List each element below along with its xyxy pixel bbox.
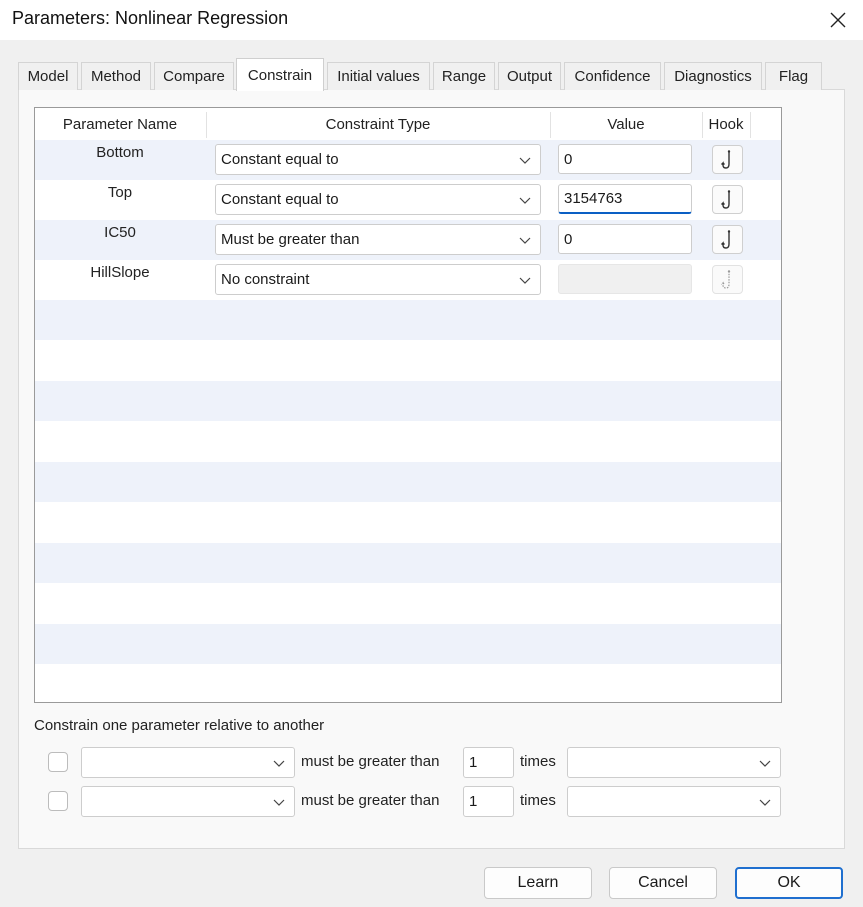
times-label: times	[520, 792, 556, 809]
grid-header: Parameter Name Constraint Type Value Hoo…	[35, 108, 781, 140]
relative-constraint-row: must be greater than times	[48, 786, 788, 818]
tab-constrain[interactable]: Constrain	[236, 58, 324, 91]
empty-row	[35, 340, 781, 380]
relative-constraint-row: must be greater than times	[48, 747, 788, 779]
tab-output[interactable]: Output	[498, 62, 561, 90]
empty-row	[35, 543, 781, 583]
parameter-row-ic50: IC50 Must be greater than	[35, 220, 781, 260]
empty-row	[35, 583, 781, 623]
constraint-type-select[interactable]: Must be greater than	[215, 224, 541, 255]
empty-row	[35, 462, 781, 502]
parameter-row-hillslope: HillSlope No constraint	[35, 260, 781, 300]
relation-label: must be greater than	[301, 792, 440, 809]
constraint-type-select[interactable]: No constraint	[215, 264, 541, 295]
empty-row	[35, 421, 781, 461]
header-value: Value	[607, 115, 645, 133]
value-input[interactable]	[558, 184, 692, 214]
ok-button[interactable]: OK	[735, 867, 843, 899]
constraint-type-select[interactable]: Constant equal to	[215, 184, 541, 215]
tab-model[interactable]: Model	[18, 62, 78, 90]
constraint-type-value: Constant equal to	[221, 191, 339, 208]
window-title: Parameters: Nonlinear Regression	[12, 8, 289, 28]
constraint-type-value: No constraint	[221, 271, 310, 288]
hook-button	[712, 265, 743, 294]
hook-icon	[720, 189, 730, 209]
right-parameter-select[interactable]	[567, 786, 781, 817]
tab-flag[interactable]: Flag	[765, 62, 822, 90]
constraint-type-value: Must be greater than	[221, 231, 360, 248]
hook-button[interactable]	[712, 145, 743, 174]
header-divider	[750, 112, 751, 138]
close-icon	[830, 12, 846, 28]
parameter-name: Bottom	[96, 144, 144, 161]
empty-row	[35, 502, 781, 542]
relation-label: must be greater than	[301, 753, 440, 770]
tab-confidence[interactable]: Confidence	[564, 62, 661, 90]
chevron-down-icon	[519, 197, 531, 204]
empty-row	[35, 300, 781, 340]
chevron-down-icon	[759, 760, 771, 767]
value-input	[558, 264, 692, 294]
tab-method[interactable]: Method	[81, 62, 151, 90]
relative-constraint-checkbox[interactable]	[48, 752, 68, 772]
chevron-down-icon	[519, 277, 531, 284]
parameter-name: Top	[107, 184, 133, 201]
chevron-down-icon	[519, 237, 531, 244]
constraint-type-value: Constant equal to	[221, 151, 339, 168]
parameter-name: IC50	[104, 224, 136, 241]
factor-input[interactable]	[463, 786, 514, 817]
tab-range[interactable]: Range	[433, 62, 495, 90]
header-hook: Hook	[708, 115, 744, 133]
tab-diagnostics[interactable]: Diagnostics	[664, 62, 762, 90]
close-button[interactable]	[818, 4, 858, 36]
parameter-row-bottom: Bottom Constant equal to	[35, 140, 781, 180]
value-input[interactable]	[558, 144, 692, 174]
empty-row	[35, 381, 781, 421]
header-parameter-name: Parameter Name	[62, 115, 178, 133]
parameter-name: HillSlope	[90, 264, 150, 281]
hook-icon	[720, 149, 730, 169]
hook-icon	[720, 269, 730, 289]
cancel-button[interactable]: Cancel	[609, 867, 717, 899]
learn-button[interactable]: Learn	[484, 867, 592, 899]
hook-button[interactable]	[712, 185, 743, 214]
constraint-type-select[interactable]: Constant equal to	[215, 144, 541, 175]
chevron-down-icon	[759, 799, 771, 806]
tab-compare[interactable]: Compare	[154, 62, 234, 90]
times-label: times	[520, 753, 556, 770]
right-parameter-select[interactable]	[567, 747, 781, 778]
left-parameter-select[interactable]	[81, 786, 295, 817]
title-bar: Parameters: Nonlinear Regression	[0, 0, 863, 40]
constraint-grid: Parameter Name Constraint Type Value Hoo…	[34, 107, 782, 703]
chevron-down-icon	[519, 157, 531, 164]
factor-input[interactable]	[463, 747, 514, 778]
chevron-down-icon	[273, 799, 285, 806]
value-input[interactable]	[558, 224, 692, 254]
hook-icon	[720, 229, 730, 249]
parameter-row-top: Top Constant equal to	[35, 180, 781, 220]
relative-constraint-checkbox[interactable]	[48, 791, 68, 811]
relative-constraint-label: Constrain one parameter relative to anot…	[34, 717, 325, 734]
header-constraint-type: Constraint Type	[325, 115, 431, 133]
empty-row	[35, 624, 781, 664]
left-parameter-select[interactable]	[81, 747, 295, 778]
hook-button[interactable]	[712, 225, 743, 254]
chevron-down-icon	[273, 760, 285, 767]
tab-initial-values[interactable]: Initial values	[327, 62, 430, 90]
